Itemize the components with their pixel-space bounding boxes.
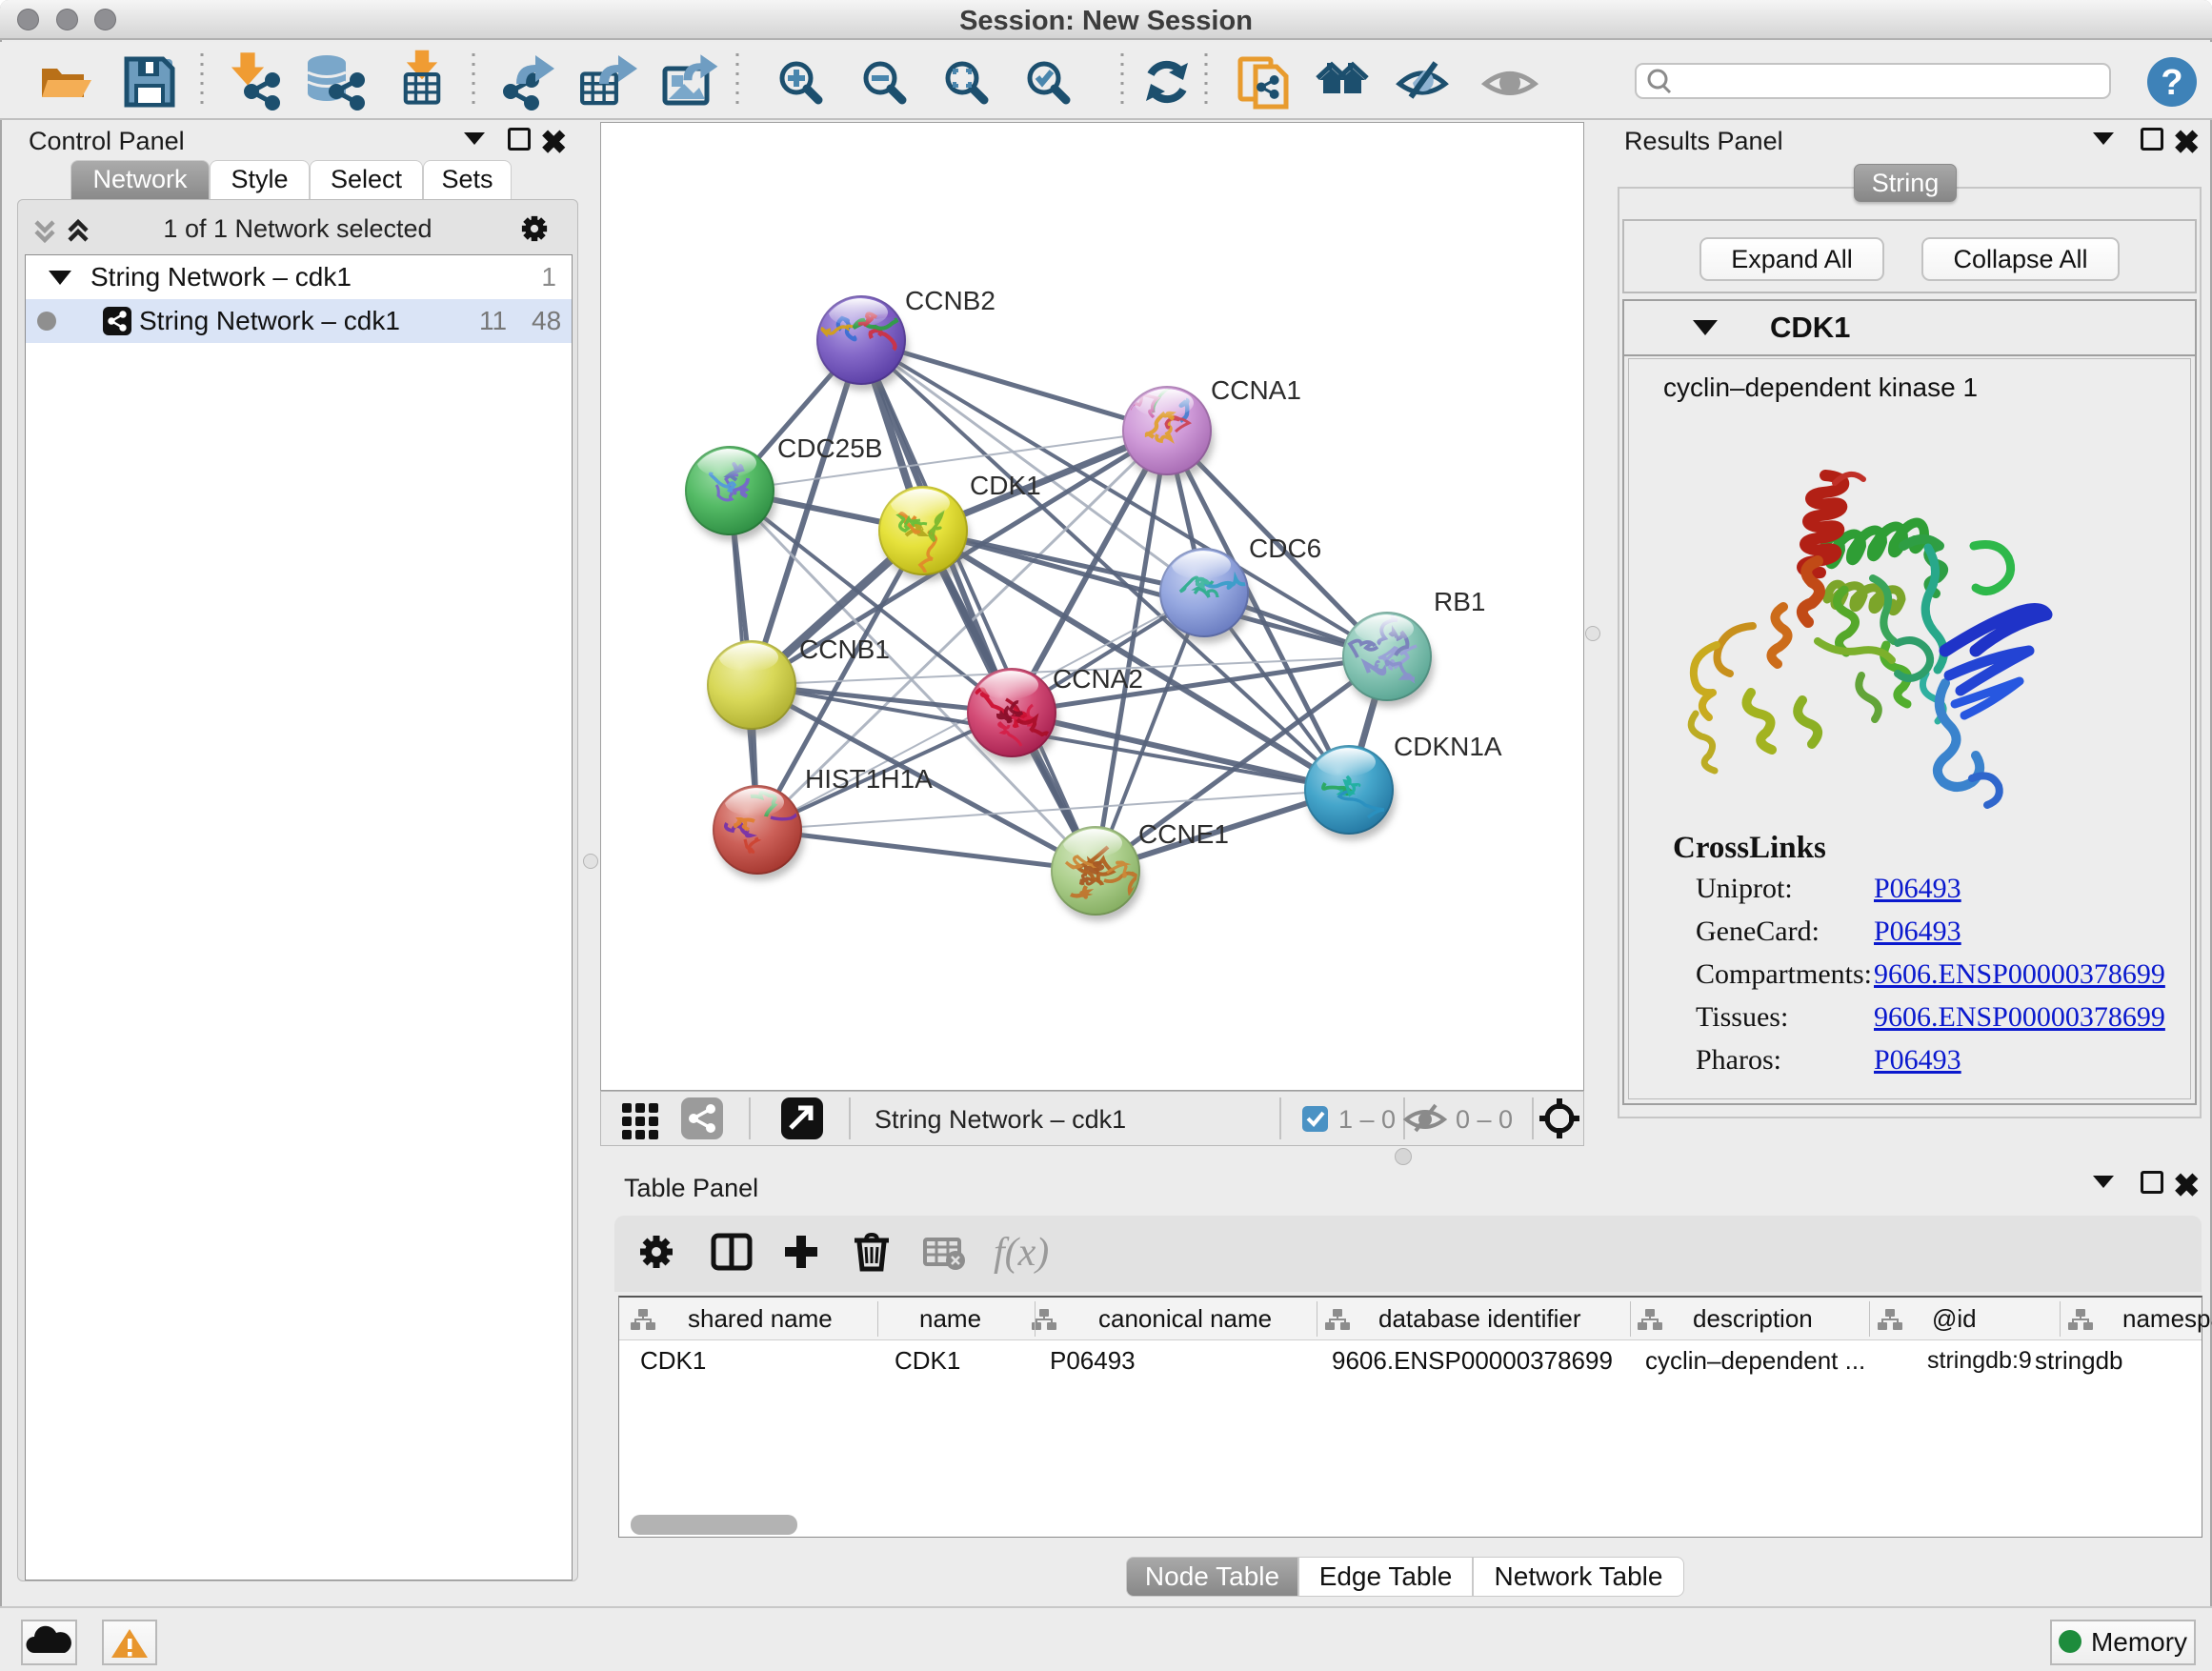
svg-text:CCNA1: CCNA1 (1211, 375, 1301, 405)
svg-text:0 – 0: 0 – 0 (1456, 1105, 1513, 1134)
svg-text:RB1: RB1 (1434, 587, 1485, 616)
svg-text:CCNB2: CCNB2 (905, 286, 995, 315)
svg-text:CDC6: CDC6 (1249, 534, 1321, 563)
svg-text:f(x): f(x) (994, 1231, 1049, 1275)
svg-text:?: ? (2161, 63, 2182, 103)
svg-text:HIST1H1A: HIST1H1A (805, 764, 933, 794)
svg-text:CCNE1: CCNE1 (1138, 819, 1229, 849)
svg-text:CDKN1A: CDKN1A (1394, 732, 1502, 761)
svg-text:CCNB1: CCNB1 (799, 634, 890, 664)
svg-text:CDC25B: CDC25B (777, 433, 882, 463)
svg-text:CDK1: CDK1 (970, 471, 1041, 500)
svg-text:1 – 0: 1 – 0 (1338, 1105, 1396, 1134)
svg-text:CCNA2: CCNA2 (1053, 664, 1143, 694)
